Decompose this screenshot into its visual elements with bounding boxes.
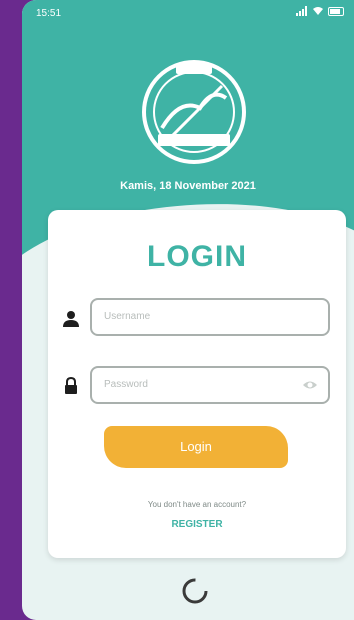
username-input[interactable]: Username xyxy=(90,298,330,336)
status-bar: 15:51 xyxy=(22,0,354,26)
signal-icon xyxy=(296,6,307,16)
battery-icon xyxy=(328,6,344,16)
register-link[interactable]: REGISTER xyxy=(48,519,346,530)
eye-icon[interactable] xyxy=(302,378,318,392)
password-input[interactable]: Password xyxy=(90,366,330,404)
wifi-icon xyxy=(313,7,323,15)
status-time: 15:51 xyxy=(36,8,62,19)
organization-seal-logo xyxy=(142,60,246,164)
status-icons xyxy=(296,6,344,16)
no-account-text: You don't have an account? xyxy=(147,500,247,509)
login-title: LOGIN xyxy=(147,240,247,273)
current-date: Kamis, 18 November 2021 xyxy=(120,180,256,192)
lock-icon xyxy=(65,377,77,394)
password-placeholder: Password xyxy=(104,379,148,390)
loading-spinner-icon xyxy=(182,578,208,604)
user-icon xyxy=(63,311,79,327)
phone-screen: 15:51 Kamis, 18 November 2021 LOGIN User… xyxy=(22,0,354,620)
login-button[interactable]: Login xyxy=(104,426,288,468)
